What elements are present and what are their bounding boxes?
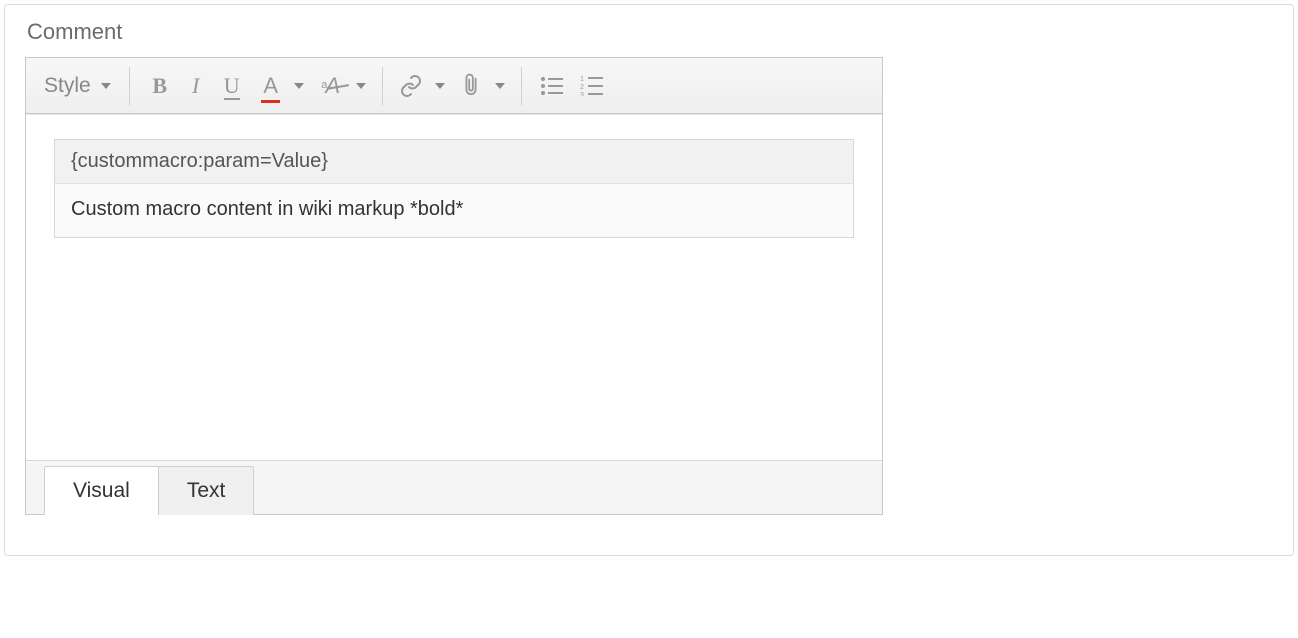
caret-icon	[101, 83, 111, 89]
numbered-list-icon: 1 2 3	[580, 76, 604, 96]
caret-icon	[356, 83, 366, 89]
tab-visual[interactable]: Visual	[44, 466, 159, 515]
bold-icon: B	[152, 73, 167, 99]
text-color-icon: A	[263, 75, 278, 97]
separator	[129, 67, 130, 105]
separator	[382, 67, 383, 105]
svg-text:3: 3	[580, 92, 584, 96]
panel-title: Comment	[27, 19, 1273, 45]
editor: Style B I U A	[25, 57, 883, 515]
style-label: Style	[44, 74, 91, 98]
italic-icon: I	[192, 73, 199, 99]
link-icon	[399, 74, 423, 98]
caret-icon	[294, 83, 304, 89]
separator	[521, 67, 522, 105]
attachment-button[interactable]	[455, 69, 509, 103]
clear-formatting-button[interactable]: aA	[314, 69, 370, 103]
bullet-list-button[interactable]	[534, 69, 570, 103]
macro-block[interactable]: {custommacro:param=Value} Custom macro c…	[54, 139, 854, 238]
tab-text[interactable]: Text	[158, 466, 255, 515]
style-dropdown[interactable]: Style	[42, 74, 117, 98]
underline-button[interactable]: U	[214, 69, 250, 103]
macro-body: Custom macro content in wiki markup *bol…	[55, 184, 853, 237]
toolbar: Style B I U A	[26, 58, 882, 114]
link-button[interactable]	[395, 69, 449, 103]
editor-mode-tabs: Visual Text	[26, 460, 882, 514]
numbered-list-button[interactable]: 1 2 3	[574, 69, 610, 103]
italic-button[interactable]: I	[178, 69, 214, 103]
bold-button[interactable]: B	[142, 69, 178, 103]
text-color-button[interactable]: A	[256, 69, 308, 103]
editor-canvas[interactable]: {custommacro:param=Value} Custom macro c…	[26, 114, 882, 460]
macro-header: {custommacro:param=Value}	[55, 140, 853, 184]
caret-icon	[435, 83, 445, 89]
underline-icon: U	[224, 75, 240, 97]
comment-panel: Comment Style B I U A	[4, 4, 1294, 556]
svg-text:1: 1	[580, 76, 584, 83]
paperclip-icon	[460, 73, 482, 99]
caret-icon	[495, 83, 505, 89]
bullet-list-icon	[540, 76, 564, 96]
clear-format-icon: aA	[321, 73, 340, 99]
svg-text:2: 2	[580, 84, 584, 91]
